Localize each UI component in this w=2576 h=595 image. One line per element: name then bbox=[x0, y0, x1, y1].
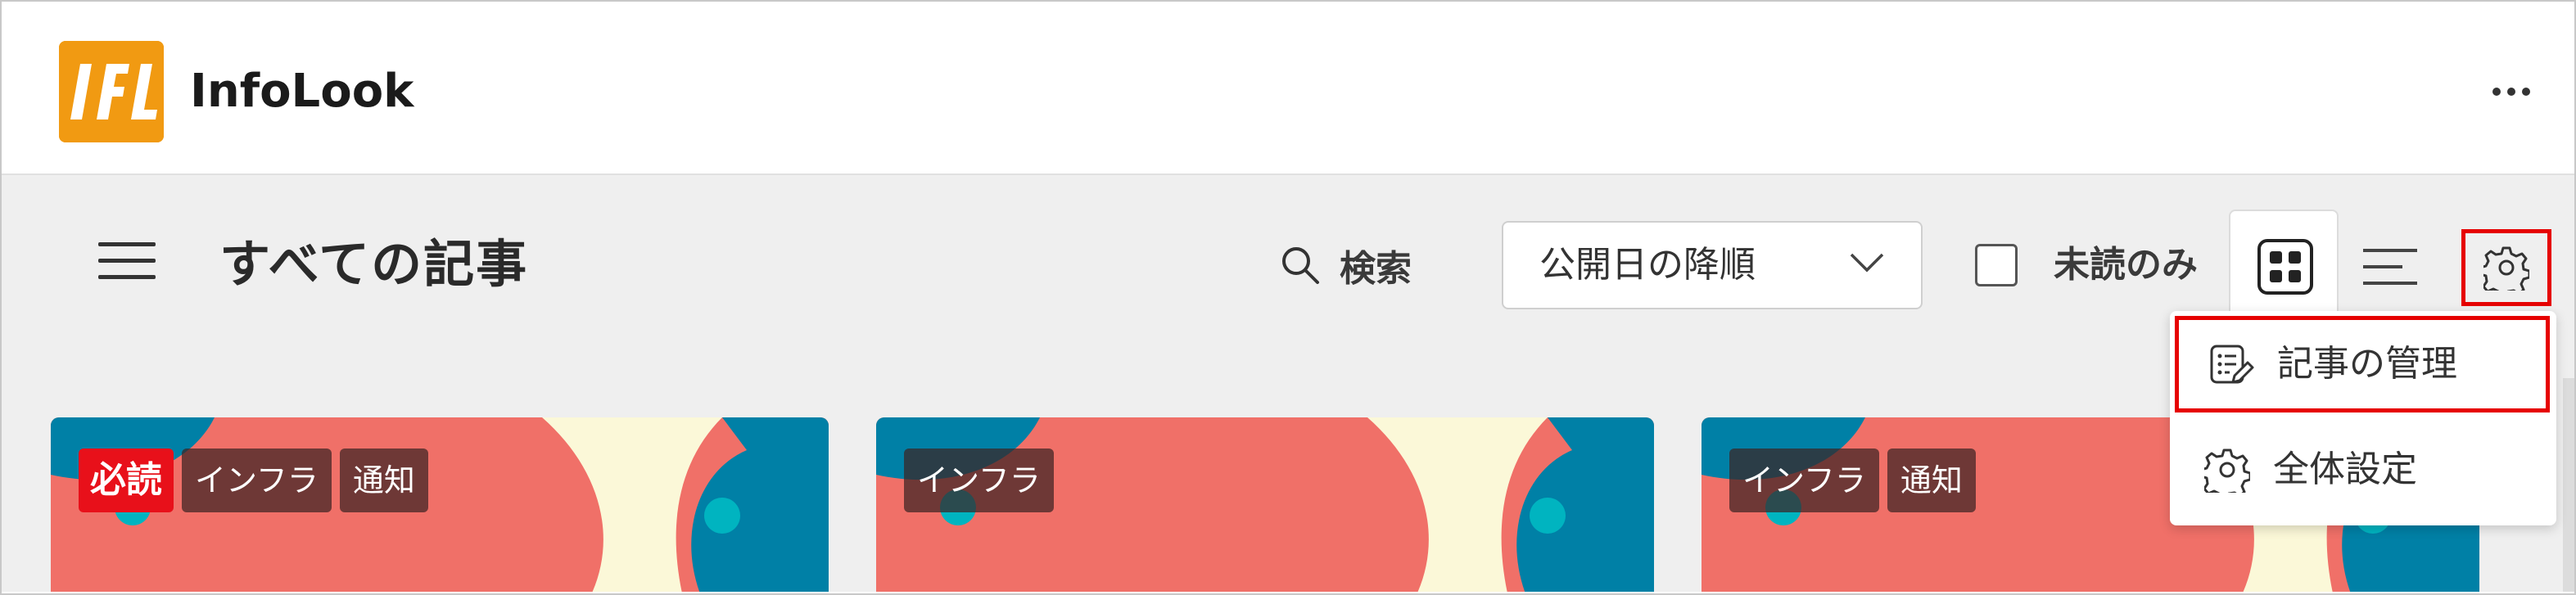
list-view-button[interactable] bbox=[2360, 241, 2420, 293]
menu-item-label: 記事の管理 bbox=[2277, 343, 2457, 385]
tag-notice: 通知 bbox=[339, 449, 428, 512]
app-name: InfoLook bbox=[190, 65, 414, 118]
tag-infra: インフラ bbox=[182, 449, 332, 512]
unread-only-label[interactable]: 未読のみ bbox=[2054, 242, 2198, 288]
search-button[interactable]: 検索 bbox=[1279, 241, 1412, 290]
tag-infra: インフラ bbox=[904, 449, 1054, 512]
menu-item-manage-articles[interactable]: 記事の管理 bbox=[2175, 316, 2550, 412]
required-badge: 必読 bbox=[79, 449, 174, 512]
tag-notice: 通知 bbox=[1887, 449, 1976, 512]
list-view-icon bbox=[2363, 249, 2417, 285]
search-label: 検索 bbox=[1340, 248, 1412, 290]
article-card[interactable]: 必読 インフラ 通知 bbox=[51, 417, 829, 592]
settings-button[interactable] bbox=[2461, 229, 2551, 306]
article-card[interactable]: インフラ bbox=[876, 417, 1654, 592]
search-icon bbox=[1282, 247, 1319, 284]
hamburger-menu-icon[interactable] bbox=[98, 237, 156, 283]
sort-dropdown[interactable]: 公開日の降順 bbox=[1502, 221, 1923, 309]
scrollbar[interactable] bbox=[2563, 378, 2574, 592]
edit-list-icon bbox=[2210, 345, 2254, 384]
menu-item-global-settings[interactable]: 全体設定 bbox=[2170, 422, 2556, 516]
gear-icon bbox=[2483, 246, 2529, 291]
tag-infra: インフラ bbox=[1729, 449, 1879, 512]
grid-view-button[interactable] bbox=[2229, 210, 2339, 324]
unread-only-checkbox[interactable] bbox=[1975, 244, 2018, 286]
app-header: InfoLook bbox=[2, 2, 2574, 175]
settings-menu: 記事の管理 全体設定 bbox=[2170, 311, 2556, 525]
grid-view-icon bbox=[2257, 239, 2313, 295]
app-logo bbox=[59, 41, 164, 142]
more-options-icon[interactable] bbox=[2483, 67, 2540, 116]
gear-icon bbox=[2204, 449, 2250, 493]
menu-item-label: 全体設定 bbox=[2273, 449, 2417, 490]
sort-value: 公開日の降順 bbox=[1539, 244, 1756, 286]
page-title: すべての記事 bbox=[219, 234, 529, 294]
chevron-down-icon bbox=[1850, 253, 1884, 273]
